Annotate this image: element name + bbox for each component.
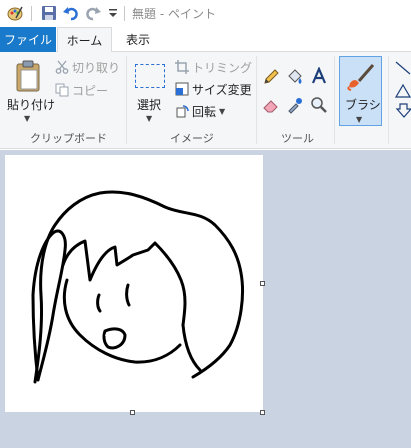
undo-icon[interactable]: [62, 4, 80, 22]
clipboard-group-label: クリップボード: [30, 132, 107, 145]
cut-button[interactable]: 切り取り: [55, 57, 120, 77]
paste-button[interactable]: 貼り付け ▼: [4, 56, 55, 124]
brushes-dropdown-icon: ▼: [356, 115, 363, 124]
rotate-button[interactable]: 回転 ▼: [175, 101, 225, 121]
resize-label: サイズ変更: [192, 82, 252, 97]
copy-label: コピー: [72, 83, 109, 98]
fill-bucket-icon[interactable]: [286, 68, 304, 86]
paste-dropdown-icon: ▼: [24, 114, 31, 123]
copy-icon: [55, 83, 69, 97]
resize-handle-bottom[interactable]: [130, 410, 135, 415]
group-divider: [256, 56, 257, 144]
paint-app-icon[interactable]: [6, 4, 24, 22]
group-divider: [334, 56, 335, 144]
copy-button[interactable]: コピー: [55, 80, 108, 100]
brushes-button[interactable]: ブラシ ▼: [339, 56, 382, 126]
eraser-icon[interactable]: [262, 96, 280, 114]
save-icon[interactable]: [40, 4, 58, 22]
brushes-label: ブラシ: [345, 98, 381, 112]
window-title: 無題 - ペイント: [132, 7, 216, 21]
crop-button[interactable]: トリミング: [175, 57, 252, 77]
tools-group-label: ツール: [281, 132, 314, 145]
title-bar: 無題 - ペイント: [0, 0, 411, 27]
rotate-label: 回転: [192, 104, 217, 119]
paste-icon: [16, 60, 40, 92]
title-separator: [124, 6, 125, 21]
customize-toolbar-icon[interactable]: [104, 4, 122, 22]
group-divider: [126, 56, 127, 144]
select-label: 選択: [137, 98, 162, 112]
resize-icon: [175, 82, 189, 96]
resize-handle-corner[interactable]: [260, 410, 265, 415]
cut-label: 切り取り: [72, 60, 121, 75]
rotate-icon: [176, 105, 189, 118]
redo-icon[interactable]: [84, 4, 102, 22]
scissors-icon: [55, 60, 69, 74]
image-group-label: イメージ: [170, 132, 214, 145]
rotate-dropdown-icon: ▼: [219, 106, 226, 116]
shapes-gallery[interactable]: [394, 60, 411, 124]
canvas-workspace: [0, 150, 411, 448]
crop-label: トリミング: [192, 60, 253, 75]
text-tool-icon[interactable]: [310, 67, 328, 85]
color-picker-icon[interactable]: [286, 96, 304, 114]
title-separator: [31, 6, 32, 21]
paste-label: 貼り付け: [7, 98, 56, 112]
drawing-canvas[interactable]: [5, 155, 263, 412]
pencil-icon[interactable]: [262, 68, 280, 86]
ribbon-tabs: ファイル ホーム 表示: [0, 27, 411, 53]
magnifier-icon[interactable]: [310, 96, 328, 114]
tab-view[interactable]: 表示: [113, 27, 163, 52]
brush-icon: [347, 64, 375, 91]
resize-handle-right[interactable]: [260, 281, 265, 286]
face-drawing: [31, 190, 244, 384]
ribbon: 貼り付け ▼ 切り取り コピー クリップボード 選択 ▼ トリミング サイズ変更: [0, 52, 411, 149]
select-dropdown-icon: ▼: [146, 114, 153, 123]
select-rectangle-icon: [135, 64, 165, 88]
crop-icon: [175, 60, 189, 74]
tab-file[interactable]: ファイル: [0, 27, 56, 52]
select-button[interactable]: 選択 ▼: [131, 56, 169, 124]
tab-home[interactable]: ホーム: [57, 27, 112, 53]
resize-button[interactable]: サイズ変更: [175, 79, 252, 99]
group-divider: [388, 56, 389, 144]
